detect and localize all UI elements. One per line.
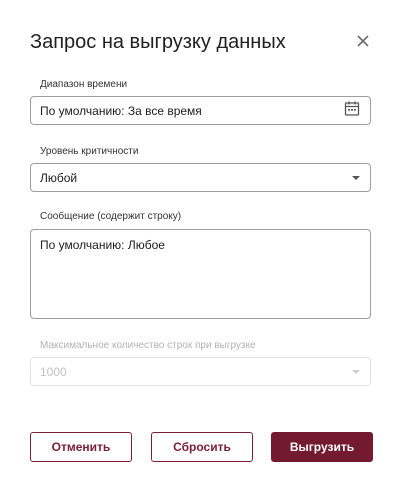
chevron-down-icon [352,369,360,374]
time-range-value: По умолчанию: За все время [40,104,202,118]
export-button[interactable]: Выгрузить [271,432,373,462]
export-dialog: Запрос на выгрузку данных Диапазон време… [0,0,403,486]
reset-button[interactable]: Сбросить [151,432,253,462]
message-value: По умолчанию: Любое [40,238,165,252]
time-range-label: Диапазон времени [40,79,128,90]
cancel-button[interactable]: Отменить [30,432,132,462]
calendar-icon[interactable] [344,100,360,121]
message-textarea[interactable]: По умолчанию: Любое [30,229,371,319]
severity-select[interactable]: Любой [30,163,371,192]
max-rows-label: Максимальное количество строк при выгруз… [40,340,256,351]
severity-value: Любой [40,171,78,185]
dialog-title: Запрос на выгрузку данных [30,31,286,53]
max-rows-value: 1000 [40,365,67,379]
max-rows-select: 1000 [30,357,371,386]
time-range-input[interactable]: По умолчанию: За все время [30,96,371,125]
chevron-down-icon[interactable] [352,175,360,180]
severity-label: Уровень критичности [40,146,139,157]
close-icon[interactable] [353,31,373,51]
message-label: Сообщение (содержит строку) [40,211,182,222]
